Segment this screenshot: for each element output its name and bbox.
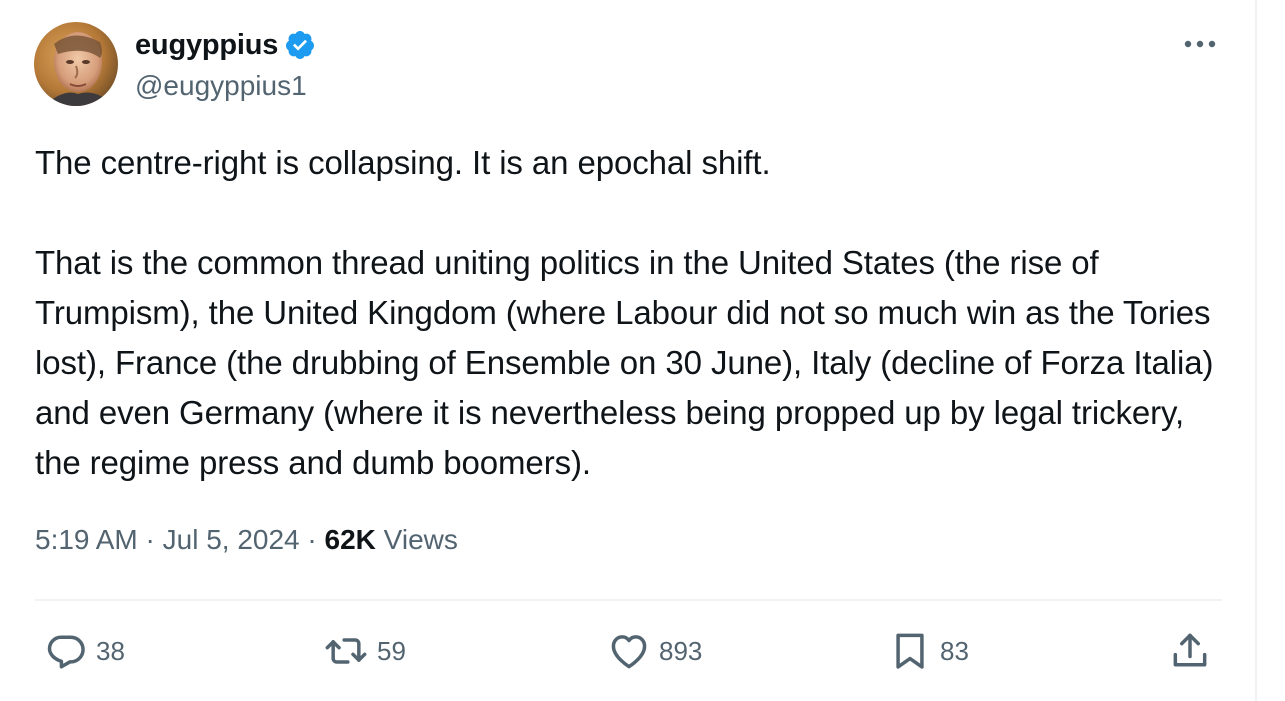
- more-options-icon: [1184, 40, 1216, 48]
- user-handle[interactable]: @eugyppius1: [135, 70, 307, 102]
- reply-icon: [47, 635, 85, 669]
- tweet-meta: 5:19 AM · Jul 5, 2024 · 62K Views: [35, 524, 458, 556]
- divider: [35, 599, 1222, 601]
- tweet-paragraph: That is the common thread uniting politi…: [35, 244, 1214, 481]
- tweet-date[interactable]: Jul 5, 2024: [163, 524, 300, 555]
- like-icon: [611, 635, 647, 669]
- meta-separator: ·: [307, 524, 317, 555]
- like-count: 893: [659, 635, 703, 666]
- display-name[interactable]: eugyppius: [135, 29, 278, 62]
- repost-count: 59: [377, 635, 406, 666]
- meta-separator: ·: [145, 524, 155, 555]
- reply-button[interactable]: 38: [44, 628, 125, 674]
- views-count: 62K: [324, 524, 376, 555]
- like-button[interactable]: 893: [607, 628, 702, 674]
- tweet-text: The centre-right is collapsing. It is an…: [35, 138, 1235, 488]
- display-name-row: eugyppius: [135, 26, 316, 64]
- tweet-paragraph: The centre-right is collapsing. It is an…: [35, 144, 771, 181]
- repost-icon: [325, 638, 367, 664]
- timeline-border: [1255, 0, 1257, 701]
- bookmark-icon: [896, 633, 924, 669]
- share-button[interactable]: [1168, 628, 1212, 674]
- repost-button[interactable]: 59: [323, 628, 406, 674]
- tweet-time[interactable]: 5:19 AM: [35, 524, 138, 555]
- reply-count: 38: [96, 635, 125, 666]
- avatar[interactable]: [34, 22, 118, 106]
- verified-badge-icon[interactable]: [284, 29, 316, 61]
- bookmark-button[interactable]: 83: [888, 628, 969, 674]
- more-options-button[interactable]: [1180, 28, 1220, 60]
- bookmark-count: 83: [940, 635, 969, 666]
- share-icon: [1173, 633, 1207, 667]
- views-label: Views: [383, 524, 458, 555]
